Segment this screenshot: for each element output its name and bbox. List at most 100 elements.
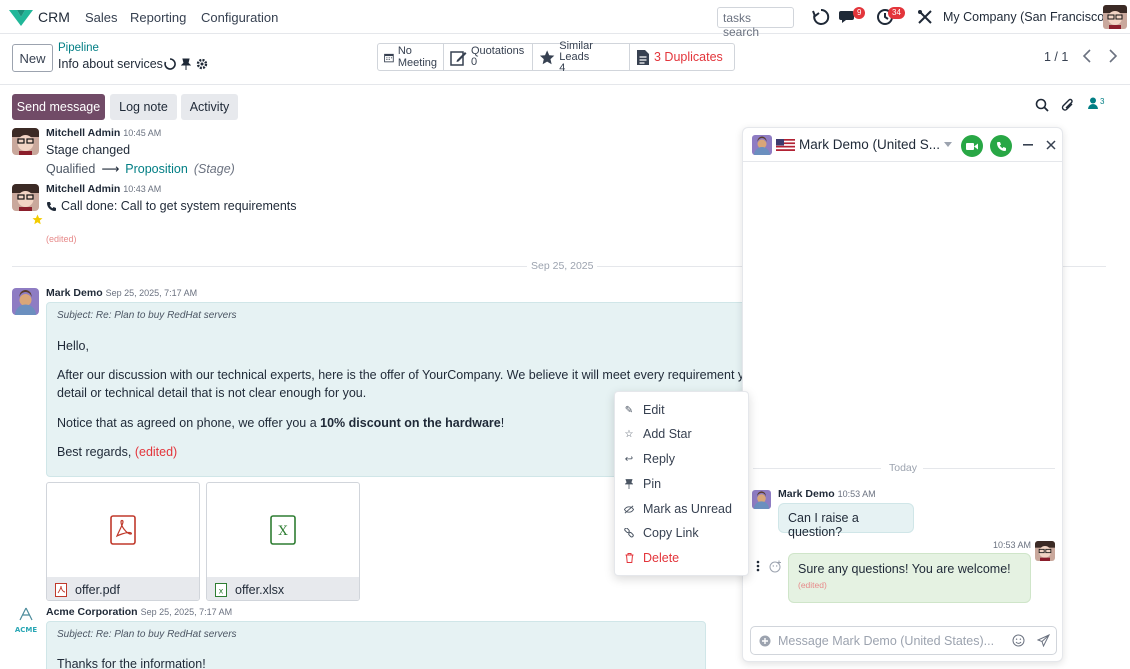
paperclip-icon[interactable] — [1061, 98, 1075, 113]
avatar — [12, 128, 39, 155]
day-separator-label: Today — [889, 462, 918, 474]
composer-placeholder: Message Mark Demo (United States)... — [778, 634, 995, 648]
attachment-preview[interactable]: X — [207, 483, 359, 577]
chat-window-header[interactable]: Mark Demo (United S... — [743, 128, 1062, 162]
attachment-preview[interactable] — [47, 483, 199, 577]
pager-previous-button[interactable] — [1076, 45, 1098, 67]
attachment-card-xlsx[interactable]: X x offer.xlsx — [206, 482, 360, 601]
menu-item-label: Add Star — [643, 427, 692, 441]
record-actions — [164, 58, 208, 70]
message-body: Call done: Call to get system requiremen… — [46, 199, 297, 213]
attachment-footer: x offer.xlsx — [207, 577, 359, 600]
message-author[interactable]: Mark Demo 10:53 AM — [778, 488, 876, 500]
menu-item-edit[interactable]: ✎ Edit — [615, 398, 748, 422]
pdf-small-icon — [55, 582, 67, 597]
tracking-value: Qualified ⟶ Proposition (Stage) — [46, 161, 235, 177]
attachment-name: offer.pdf — [75, 582, 120, 597]
menu-item-delete[interactable]: Delete — [615, 546, 748, 570]
quotations-smart-button[interactable]: Quotations 0 — [444, 44, 533, 70]
mark-demo-avatar-icon — [12, 288, 39, 315]
menu-item-copy-link[interactable]: Copy Link — [615, 521, 748, 545]
menu-sales[interactable]: Sales — [85, 10, 118, 25]
emoji-icon[interactable] — [1012, 634, 1025, 647]
gear-icon[interactable] — [196, 58, 208, 70]
edit-document-icon — [450, 50, 467, 66]
menu-item-reply[interactable]: ↩ Reply — [615, 447, 748, 471]
crm-logo-icon[interactable] — [9, 8, 33, 26]
email-greeting: Hello, — [57, 339, 89, 353]
spreadsheet-small-icon: x — [215, 582, 227, 597]
caret-down-icon[interactable] — [944, 142, 952, 148]
duplicates-label: 3 Duplicates — [654, 50, 723, 64]
message-actions-kebab-icon[interactable] — [756, 560, 760, 572]
pager-value[interactable]: 1 / 1 — [1044, 50, 1068, 64]
message-text: Call done: Call to get system requiremen… — [61, 199, 297, 213]
phone-icon — [996, 141, 1006, 151]
pager-next-button[interactable] — [1102, 45, 1124, 67]
edited-label: (edited) — [46, 234, 77, 244]
chat-avatar — [752, 135, 772, 155]
attachment-card-pdf[interactable]: offer.pdf — [46, 482, 200, 601]
similar-leads-smart-button[interactable]: Similar Leads 4 — [533, 40, 630, 73]
send-paper-plane-icon[interactable] — [1037, 634, 1050, 647]
menu-item-label: Copy Link — [643, 526, 699, 540]
message-author[interactable]: Mark Demo Sep 25, 2025, 7:17 AM — [46, 287, 197, 299]
voice-call-button[interactable] — [990, 135, 1012, 157]
minimize-icon[interactable] — [1023, 144, 1033, 146]
arrow-right-icon: ⟶ — [101, 162, 120, 176]
message-author[interactable]: Mitchell Admin 10:43 AM — [46, 183, 161, 195]
close-icon[interactable] — [1046, 140, 1056, 150]
search-icon[interactable] — [1035, 98, 1049, 112]
quotations-label: Quotations — [471, 45, 525, 57]
new-button[interactable]: New — [12, 44, 53, 72]
menu-item-add-star[interactable]: ☆ Add Star — [615, 422, 748, 446]
avatar — [12, 288, 39, 315]
plus-circle-icon[interactable] — [759, 635, 771, 647]
date-separator-label: Sep 25, 2025 — [527, 260, 598, 272]
menu-item-label: Reply — [643, 452, 675, 466]
mitchell-admin-avatar-icon — [1035, 541, 1055, 561]
chat-composer-input[interactable]: Message Mark Demo (United States)... — [750, 626, 1057, 655]
send-message-button[interactable]: Send message — [12, 94, 105, 120]
record-refresh-icon[interactable] — [164, 58, 176, 70]
quotations-count: 0 — [471, 56, 478, 68]
menu-item-label: Pin — [643, 477, 662, 491]
phone-icon — [47, 201, 56, 211]
message-author[interactable]: Acme Corporation Sep 25, 2025, 7:17 AM — [46, 606, 232, 618]
message-time: 10:45 AM — [123, 128, 162, 138]
control-panel: New Pipeline Info about services No Meet… — [0, 35, 1130, 85]
chat-window: Mark Demo (United S... Today Mark Demo 1… — [742, 127, 1063, 662]
avatar — [752, 490, 771, 509]
menu-configuration[interactable]: Configuration — [201, 10, 278, 25]
message-author-name: Mark Demo — [46, 287, 103, 299]
log-note-button[interactable]: Log note — [110, 94, 177, 120]
company-switcher[interactable]: My Company (San Francisco) — [943, 10, 1108, 24]
breadcrumb-pipeline[interactable]: Pipeline — [58, 42, 99, 54]
mark-demo-avatar-icon — [752, 490, 771, 509]
tasks-search-input[interactable]: tasks search — [717, 7, 794, 39]
link-icon — [624, 528, 634, 538]
meeting-smart-button[interactable]: No Meeting — [378, 44, 444, 70]
chat-title[interactable]: Mark Demo (United S... — [799, 137, 940, 152]
email-subject: Subject: Re: Plan to buy RedHat servers — [57, 310, 237, 321]
message-author[interactable]: Mitchell Admin 10:45 AM — [46, 127, 161, 139]
similar-leads-count: 4 — [559, 61, 566, 74]
app-name[interactable]: CRM — [38, 9, 70, 25]
pin-icon[interactable] — [181, 58, 191, 70]
add-reaction-icon[interactable] — [769, 560, 782, 573]
star-icon[interactable] — [32, 214, 43, 225]
followers-button[interactable]: 3 — [1088, 97, 1104, 109]
user-avatar[interactable] — [1103, 5, 1127, 29]
menu-reporting[interactable]: Reporting — [130, 10, 186, 25]
acme-logo-icon: ACME — [15, 607, 37, 634]
user-icon — [1088, 97, 1098, 109]
duplicates-smart-button[interactable]: 3 Duplicates — [630, 44, 734, 70]
debug-tools-icon[interactable] — [915, 7, 935, 27]
discuss-refresh-icon[interactable] — [811, 7, 831, 27]
star-outline-icon: ☆ — [624, 428, 634, 440]
activity-button[interactable]: Activity — [181, 94, 238, 120]
email-subject: Subject: Re: Plan to buy RedHat servers — [57, 629, 237, 640]
video-call-button[interactable] — [961, 135, 983, 157]
menu-item-pin[interactable]: Pin — [615, 472, 748, 496]
menu-item-mark-unread[interactable]: Mark as Unread — [615, 497, 748, 521]
